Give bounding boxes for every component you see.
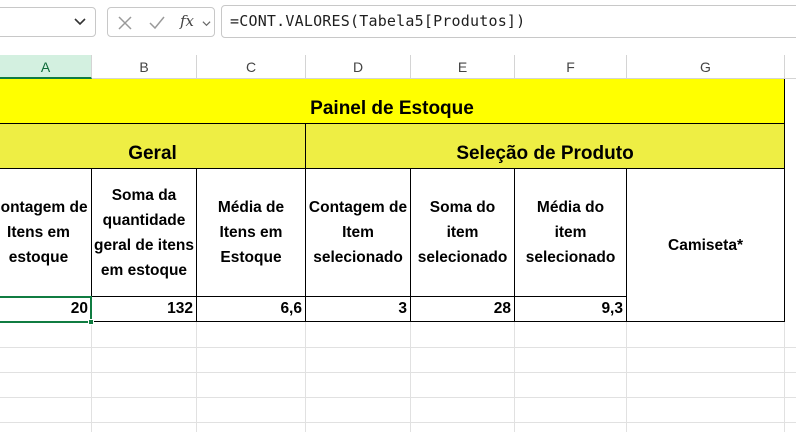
column-header-c[interactable]: C xyxy=(197,55,306,79)
value-cell-media-item[interactable]: 9,3 xyxy=(515,297,627,322)
column-header-e[interactable]: E xyxy=(411,55,515,79)
formula-controls: fx xyxy=(107,7,215,37)
value-cell-soma-item[interactable]: 28 xyxy=(411,297,515,322)
header-cell-soma-quantidade[interactable]: Soma da quantidade geral de itens em est… xyxy=(92,169,197,297)
dashboard-title: Painel de Estoque xyxy=(310,98,474,119)
header-text: Contagem de Itens em estoque xyxy=(0,199,88,266)
gridline xyxy=(0,372,796,373)
confirm-icon[interactable] xyxy=(148,14,166,32)
group-geral-label: Geral xyxy=(128,143,177,164)
name-box[interactable] xyxy=(0,7,96,37)
gridline xyxy=(0,422,796,423)
gridline xyxy=(0,347,796,348)
header-text: Soma do item selecionado xyxy=(417,199,508,266)
header-text: Contagem de Item selecionado xyxy=(308,199,408,266)
fx-dropdown-chevron-icon[interactable] xyxy=(202,19,211,28)
header-cell-produto[interactable]: Camiseta* xyxy=(627,169,785,322)
value-cell-soma-quantidade[interactable]: 132 xyxy=(92,297,197,322)
group-selecao-cell[interactable]: Seleção de Produto xyxy=(306,124,785,169)
gridline xyxy=(0,397,796,398)
group-geral-cell[interactable]: Geral xyxy=(0,124,306,169)
header-cell-media-item[interactable]: Média do item selecionado xyxy=(515,169,627,297)
column-header-b[interactable]: B xyxy=(92,55,197,79)
formula-input[interactable]: =CONT.VALORES(Tabela5[Produtos]) xyxy=(221,5,796,38)
group-selecao-label: Seleção de Produto xyxy=(456,143,634,164)
value-cell-contagem-itens[interactable]: 20 xyxy=(0,297,92,322)
column-header-g[interactable]: G xyxy=(627,55,785,79)
column-header-f[interactable]: F xyxy=(515,55,627,79)
header-text: Média de Itens em Estoque xyxy=(217,199,285,266)
cancel-icon[interactable] xyxy=(116,14,134,32)
header-cell-contagem-item[interactable]: Contagem de Item selecionado xyxy=(306,169,411,297)
fill-handle[interactable] xyxy=(88,319,94,325)
header-text: Soma da quantidade geral de itens em est… xyxy=(94,186,194,279)
worksheet-grid[interactable]: Painel de Estoque Geral Seleção de Produ… xyxy=(0,79,796,432)
column-header-d[interactable]: D xyxy=(306,55,411,79)
header-cell-contagem-itens[interactable]: Contagem de Itens em estoque xyxy=(0,169,92,297)
formula-text: =CONT.VALORES(Tabela5[Produtos]) xyxy=(230,12,526,30)
column-headers: A B C D E F G xyxy=(0,55,796,79)
header-cell-media-itens[interactable]: Média de Itens em Estoque xyxy=(197,169,306,297)
selected-product-name: Camiseta* xyxy=(668,236,743,254)
dashboard-title-cell[interactable]: Painel de Estoque xyxy=(0,79,785,124)
header-text: Média do item selecionado xyxy=(525,199,616,266)
value-cell-contagem-item[interactable]: 3 xyxy=(306,297,411,322)
column-header-a[interactable]: A xyxy=(0,55,92,79)
formula-bar: fx =CONT.VALORES(Tabela5[Produtos]) xyxy=(0,0,796,45)
insert-function-icon[interactable]: fx xyxy=(180,12,194,30)
chevron-down-icon[interactable] xyxy=(73,14,87,28)
value-cell-media-itens[interactable]: 6,6 xyxy=(197,297,306,322)
header-cell-soma-item[interactable]: Soma do item selecionado xyxy=(411,169,515,297)
